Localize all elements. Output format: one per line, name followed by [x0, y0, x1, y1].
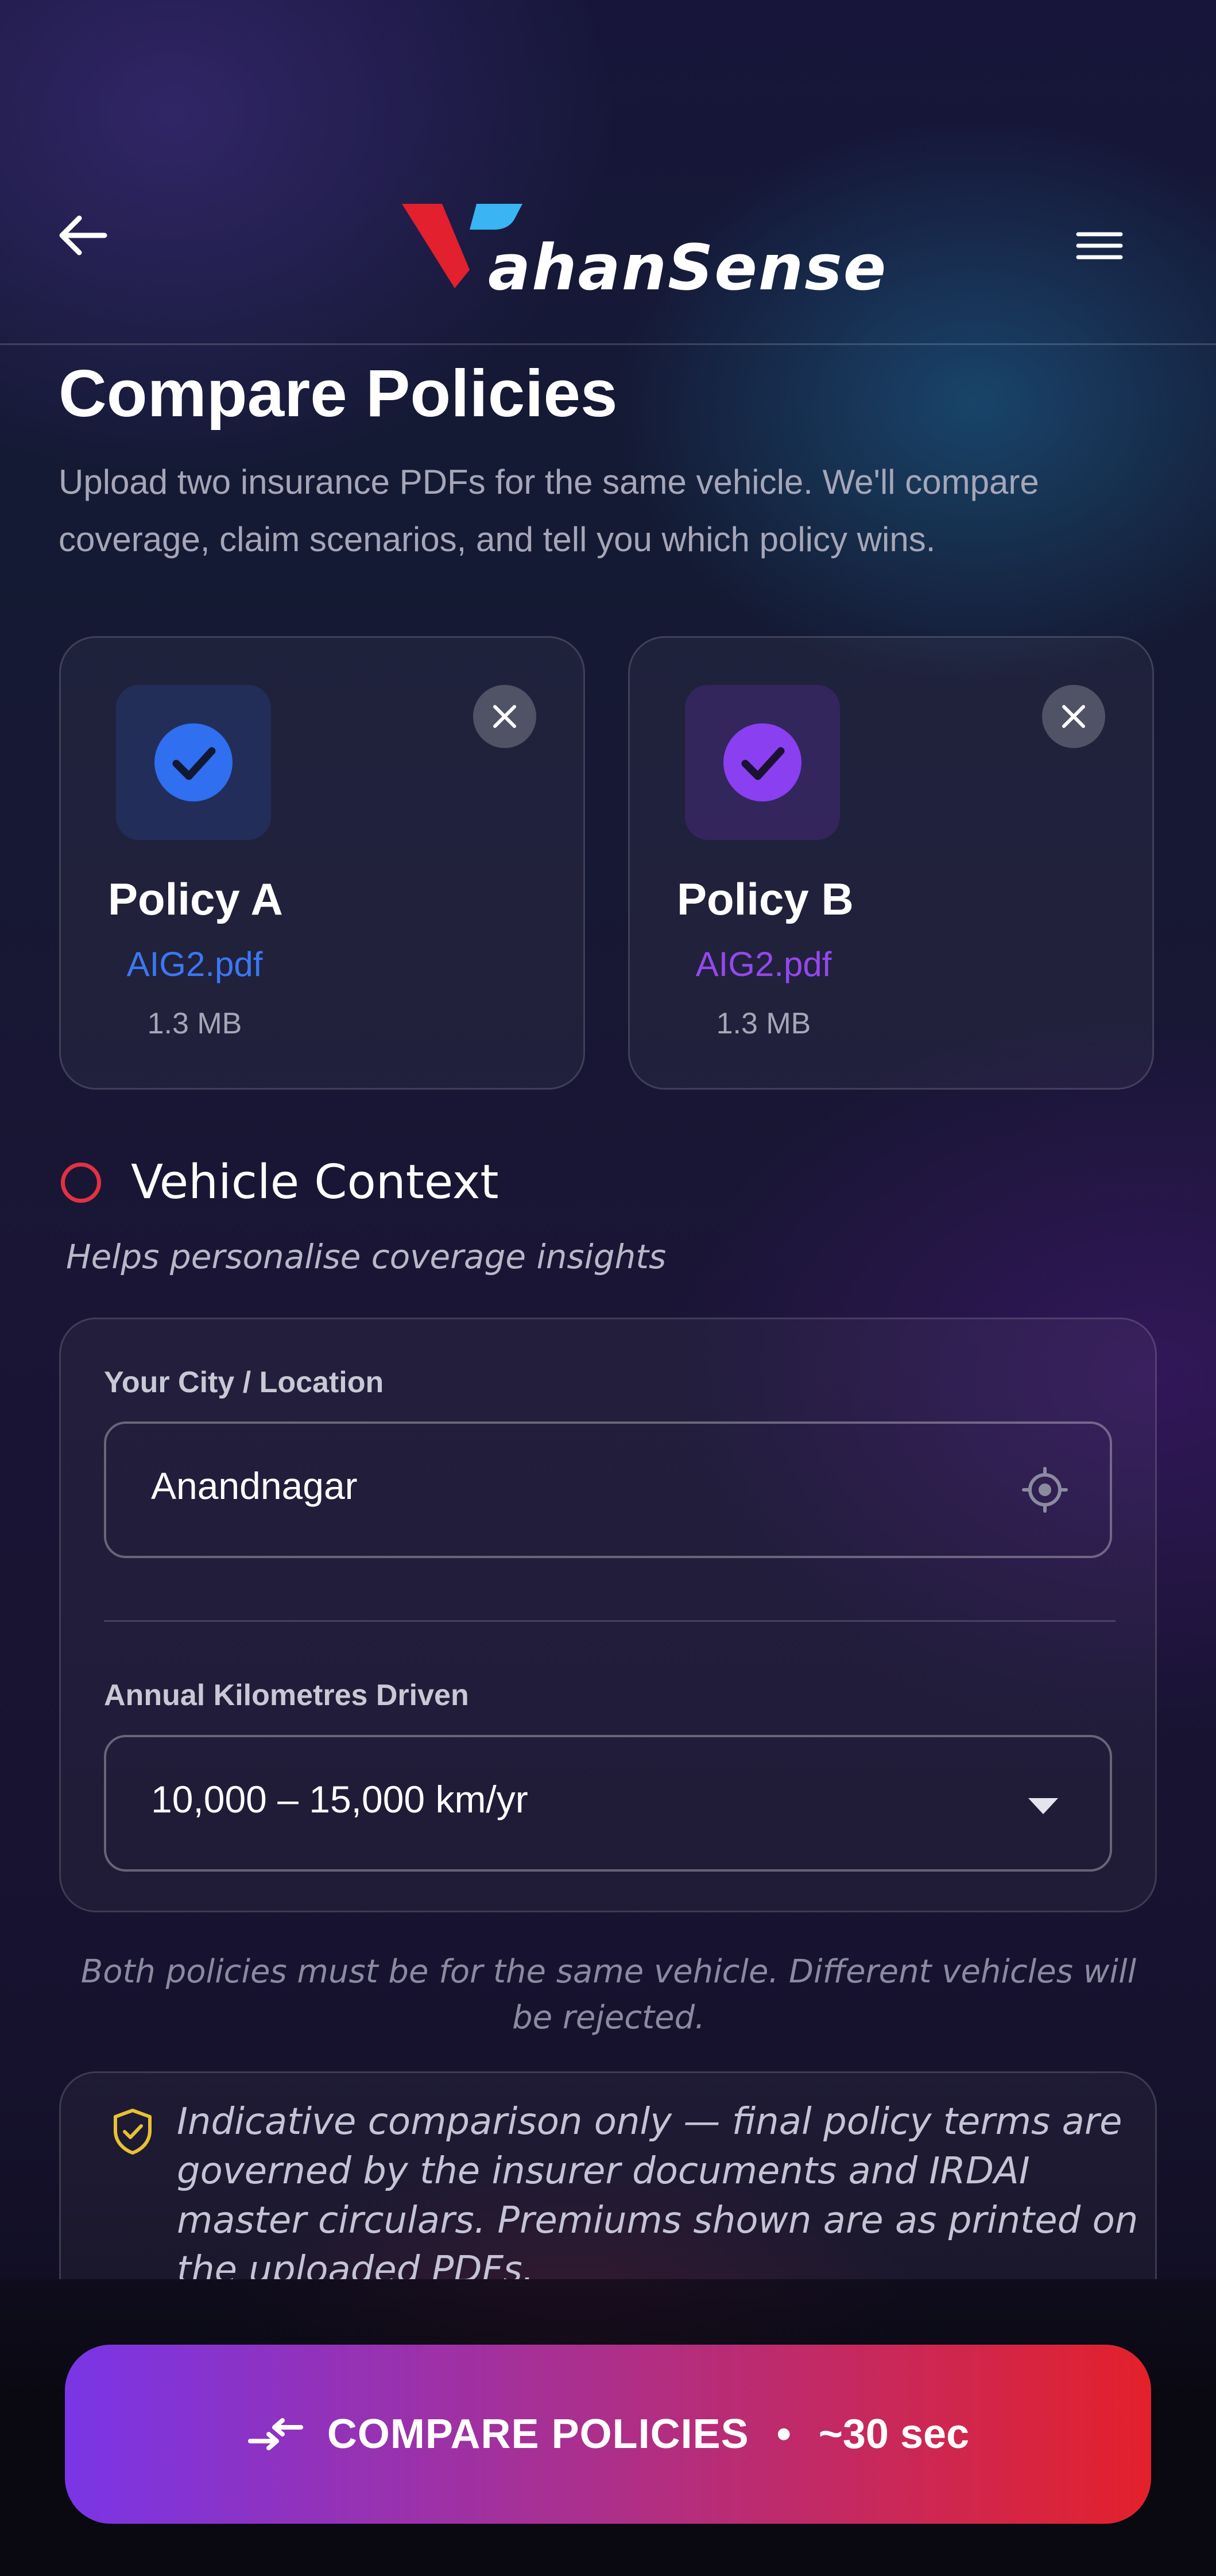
city-label: Your City / Location [104, 1366, 384, 1399]
page-subtitle: Upload two insurance PDFs for the same v… [59, 463, 1039, 559]
cta-label: COMPARE POLICIES [327, 2411, 749, 2457]
section-status-ring-icon [61, 1163, 101, 1203]
km-label: Annual Kilometres Driven [104, 1679, 469, 1712]
policy-a-upload-status [116, 685, 271, 840]
vehicle-context-subtitle: Helps personalise coverage insights [66, 1237, 667, 1276]
logo-wordmark: ahanSense [488, 231, 888, 304]
disclaimer-card: Indicative comparison only — final polic… [59, 2071, 1157, 2279]
close-icon [1062, 705, 1085, 728]
policy-b-upload-status [685, 685, 840, 840]
arrow-left-icon [59, 215, 107, 255]
back-button[interactable] [52, 204, 115, 267]
city-value: Anandnagar [151, 1465, 358, 1507]
policy-b-card[interactable]: Policy B AIG2.pdf 1.3 MB [628, 636, 1154, 1090]
policy-a-file-name: AIG2.pdf [126, 945, 263, 983]
city-input[interactable]: Anandnagar [104, 1421, 1112, 1558]
shield-check-icon [114, 2109, 152, 2155]
remove-policy-a-button[interactable] [473, 685, 536, 748]
menu-button[interactable] [1068, 218, 1131, 281]
km-value: 10,000 – 15,000 km/yr [151, 1778, 528, 1820]
page-title: Compare Policies [59, 356, 618, 431]
chevron-down-icon [1028, 1798, 1058, 1814]
compare-arrows-icon [247, 2418, 303, 2450]
disclaimer-text: Indicative comparison only — final polic… [177, 2101, 1138, 2279]
policy-b-title: Policy B [677, 874, 854, 924]
close-icon [493, 705, 516, 728]
vahansense-logo: ahanSense [402, 201, 886, 304]
check-circle-icon [741, 747, 785, 780]
policy-b-file-size: 1.3 MB [716, 1007, 811, 1040]
km-select[interactable]: 10,000 – 15,000 km/yr [104, 1735, 1112, 1872]
policy-a-card[interactable]: Policy A AIG2.pdf 1.3 MB [59, 636, 585, 1090]
remove-policy-b-button[interactable] [1042, 685, 1105, 748]
check-circle-icon [172, 747, 216, 780]
hamburger-menu-icon [1076, 232, 1123, 259]
policy-a-file-size: 1.3 MB [147, 1007, 242, 1040]
vehicle-context-title: Vehicle Context [131, 1155, 499, 1210]
policy-b-file-name: AIG2.pdf [695, 945, 832, 983]
compare-policies-button[interactable]: COMPARE POLICIES • ~30 sec [65, 2345, 1151, 2524]
locate-target-icon[interactable] [1019, 1464, 1071, 1516]
cta-separator: • [776, 2411, 791, 2457]
same-vehicle-note: Both policies must be for the same vehic… [80, 1953, 1137, 2036]
vehicle-context-card: Your City / Location Anandnagar Annual K… [59, 1318, 1157, 1912]
policy-a-title: Policy A [108, 874, 283, 924]
cta-time-estimate: ~30 sec [818, 2411, 970, 2457]
field-divider [104, 1620, 1116, 1622]
